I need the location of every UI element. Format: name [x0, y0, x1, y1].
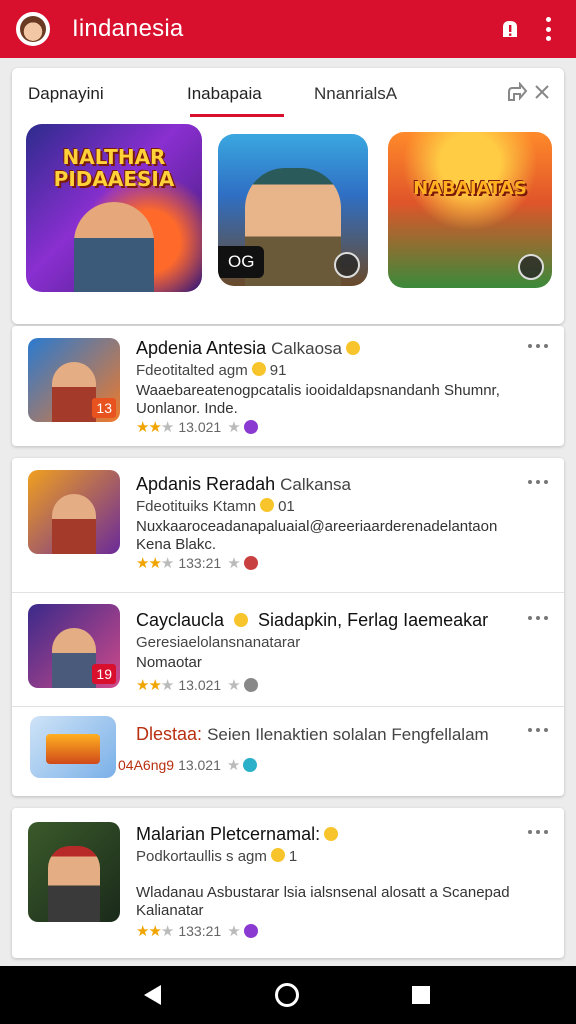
featured-banner-2[interactable]: OG: [218, 134, 368, 286]
star-icon: ★: [227, 677, 241, 694]
list-card-2: Apdanis Reradah Calkansa Fdeotituiks Kta…: [12, 458, 564, 796]
item-subtitle: Podkortaullis s agm 1: [136, 848, 298, 865]
more-options-icon[interactable]: [528, 480, 548, 486]
item-title: Cayclaucla Siadapkin, Ferlag Iaemeakar: [136, 610, 489, 630]
home-icon[interactable]: [275, 983, 299, 1007]
game-thumbnail: [28, 822, 120, 922]
more-options-icon[interactable]: [528, 830, 548, 836]
avatar[interactable]: [16, 12, 50, 46]
item-rating: ★★★ 13.021 ★: [136, 418, 258, 436]
item-title: Malarian Pletcernamal:: [136, 824, 342, 845]
star-icon: ★: [227, 923, 241, 940]
item-description: Wladanau Asbustarar lsia ialsnsenal alos…: [136, 884, 510, 919]
system-nav-bar: [0, 966, 576, 1024]
close-icon[interactable]: [532, 82, 552, 102]
list-item[interactable]: Apdanis Reradah Calkansa Fdeotituiks Kta…: [12, 458, 564, 592]
share-icon[interactable]: [506, 82, 528, 104]
app-title: Iindanesia: [72, 15, 184, 42]
back-icon[interactable]: [144, 985, 161, 1005]
star-icon: ★: [227, 555, 241, 572]
tab-3[interactable]: NnanrialsA: [314, 84, 397, 104]
thumbnail-badge: 13: [92, 398, 116, 418]
item-subtitle: Fdeotitalted agm 91: [136, 362, 287, 379]
featured-banner-3[interactable]: NABAIATAS: [388, 132, 552, 288]
item-title: Apdenia Antesia Calkaosa: [136, 338, 364, 359]
banner-title: NABAIATAS: [413, 178, 527, 199]
item-rating: 04A6ng9 13.021 ★: [118, 756, 258, 774]
item-rating: ★★★ 133:21 ★: [136, 554, 258, 572]
play-icon[interactable]: [334, 252, 360, 278]
game-thumbnail: [28, 470, 120, 554]
banner-title: NALTHAR PIDAAESIA: [53, 145, 175, 191]
tag-icon: [243, 420, 258, 434]
emoji-icon: [251, 362, 266, 376]
item-subtitle: Fdeotituiks Ktamn 01: [136, 498, 295, 515]
game-thumbnail: 19: [28, 604, 120, 688]
list-item[interactable]: Malarian Pletcernamal: Podkortaullis s a…: [12, 808, 564, 958]
list-card-3: Malarian Pletcernamal: Podkortaullis s a…: [12, 808, 564, 958]
emoji-icon: [324, 827, 339, 841]
tab-1[interactable]: Dapnayini: [28, 84, 104, 104]
more-vert-icon[interactable]: [544, 17, 552, 41]
tab-2[interactable]: Inabapaia: [187, 84, 262, 104]
tab-indicator: [190, 114, 284, 117]
avatar-face: [20, 16, 46, 42]
more-options-icon[interactable]: [528, 616, 548, 622]
list-item[interactable]: 19 Cayclaucla Siadapkin, Ferlag Iaemeakar…: [12, 592, 564, 706]
star-rating-icon: ★★★: [136, 555, 174, 572]
featured-card: Dapnayini Inabapaia NnanrialsA NALTHAR P…: [12, 68, 564, 324]
banner-character: [74, 202, 154, 292]
item-description: Nuxkaaroceadanapaluaial@areeriaarderenad…: [136, 518, 498, 553]
item-title: Dlestaa: Seien Ilenaktien solalan Fengfe…: [136, 724, 489, 744]
more-options-icon[interactable]: [528, 728, 548, 734]
tag-icon: [243, 678, 258, 692]
tab-bar: Dapnayini Inabapaia NnanrialsA: [12, 68, 564, 120]
banner-badge: OG: [218, 246, 265, 278]
star-rating-icon: ★★★: [136, 419, 174, 436]
list-card-1: 13 Apdenia Antesia Calkaosa Fdeotitalted…: [12, 326, 564, 446]
more-options-icon[interactable]: [528, 344, 548, 350]
game-thumbnail: 13: [28, 338, 120, 422]
item-description: Waaebareatenogpcatalis iooidaldapsnandan…: [136, 382, 500, 417]
item-description: Nomaotar: [136, 654, 202, 671]
alert-icon[interactable]: [498, 17, 522, 41]
item-subtitle: Geresiaelolansnanatarar: [136, 634, 301, 651]
thumbnail-badge: 19: [92, 664, 116, 684]
recents-icon[interactable]: [412, 986, 430, 1004]
list-item[interactable]: Dlestaa: Seien Ilenaktien solalan Fengfe…: [12, 706, 564, 796]
app-bar: Iindanesia: [0, 0, 576, 58]
play-icon[interactable]: [518, 254, 544, 280]
item-title: Apdanis Reradah Calkansa: [136, 474, 351, 494]
star-rating-icon: ★★★: [136, 677, 174, 694]
featured-banner-1[interactable]: NALTHAR PIDAAESIA: [26, 124, 202, 292]
tag-icon: [243, 758, 258, 772]
list-item[interactable]: 13 Apdenia Antesia Calkaosa Fdeotitalted…: [12, 326, 564, 446]
star-rating-icon: ★★★: [136, 923, 174, 940]
star-icon: ★: [226, 757, 241, 774]
emoji-icon: [270, 848, 285, 862]
emoji-icon: [260, 498, 275, 512]
game-thumbnail: [30, 716, 116, 778]
item-rating: ★★★ 133:21 ★: [136, 922, 258, 940]
tag-icon: [243, 924, 258, 938]
emoji-icon: [346, 341, 360, 355]
item-rating: ★★★ 13.021 ★: [136, 676, 258, 694]
emoji-icon: [234, 613, 249, 627]
star-icon: ★: [227, 419, 241, 436]
tag-icon: [243, 556, 258, 570]
